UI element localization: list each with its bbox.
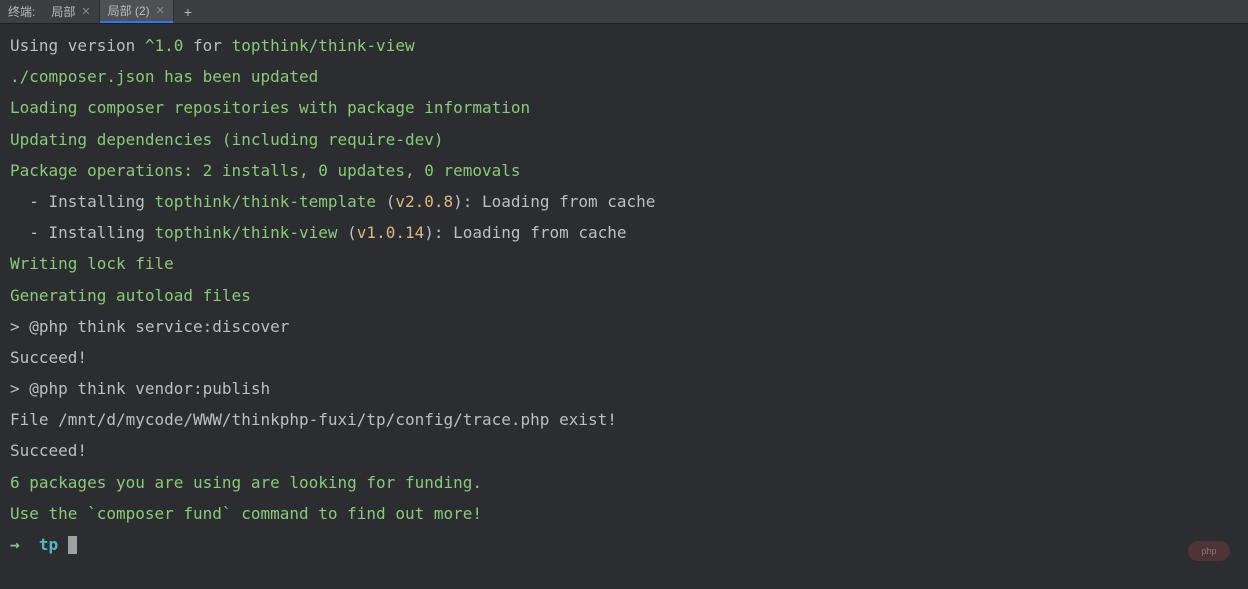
add-tab-button[interactable]: + bbox=[174, 4, 202, 20]
tab-local-2[interactable]: 局部 (2) ✕ bbox=[100, 0, 174, 23]
terminal-line: Generating autoload files bbox=[10, 280, 1238, 311]
terminal-line: - Installing topthink/think-template (v2… bbox=[10, 186, 1238, 217]
terminal-line: 6 packages you are using are looking for… bbox=[10, 467, 1238, 498]
terminal-line: Using version ^1.0 for topthink/think-vi… bbox=[10, 30, 1238, 61]
terminal-line: Updating dependencies (including require… bbox=[10, 124, 1238, 155]
tab-bar: 终端: 局部 ✕ 局部 (2) ✕ + bbox=[0, 0, 1248, 24]
watermark-badge: php bbox=[1188, 541, 1230, 561]
terminal-line: Writing lock file bbox=[10, 248, 1238, 279]
terminal-line: ./composer.json has been updated bbox=[10, 61, 1238, 92]
terminal-line: Loading composer repositories with packa… bbox=[10, 92, 1238, 123]
terminal-line: Succeed! bbox=[10, 435, 1238, 466]
terminal-line: Use the `composer fund` command to find … bbox=[10, 498, 1238, 529]
prompt-line[interactable]: → tp bbox=[10, 529, 1238, 560]
prompt-arrow-icon: → bbox=[10, 535, 39, 554]
terminal-line: Package operations: 2 installs, 0 update… bbox=[10, 155, 1238, 186]
cursor-icon bbox=[68, 536, 77, 554]
prompt-path: tp bbox=[39, 535, 68, 554]
terminal-line: > @php think vendor:publish bbox=[10, 373, 1238, 404]
tab-label: 局部 (2) bbox=[108, 2, 150, 19]
terminal-line: Succeed! bbox=[10, 342, 1238, 373]
close-icon[interactable]: ✕ bbox=[81, 5, 90, 18]
terminal-label: 终端: bbox=[0, 3, 43, 20]
terminal-output[interactable]: Using version ^1.0 for topthink/think-vi… bbox=[0, 24, 1248, 566]
terminal-line: > @php think service:discover bbox=[10, 311, 1238, 342]
close-icon[interactable]: ✕ bbox=[156, 4, 165, 17]
tab-label: 局部 bbox=[51, 3, 75, 20]
tab-local[interactable]: 局部 ✕ bbox=[43, 0, 99, 23]
terminal-line: File /mnt/d/mycode/WWW/thinkphp-fuxi/tp/… bbox=[10, 404, 1238, 435]
terminal-line: - Installing topthink/think-view (v1.0.1… bbox=[10, 217, 1238, 248]
